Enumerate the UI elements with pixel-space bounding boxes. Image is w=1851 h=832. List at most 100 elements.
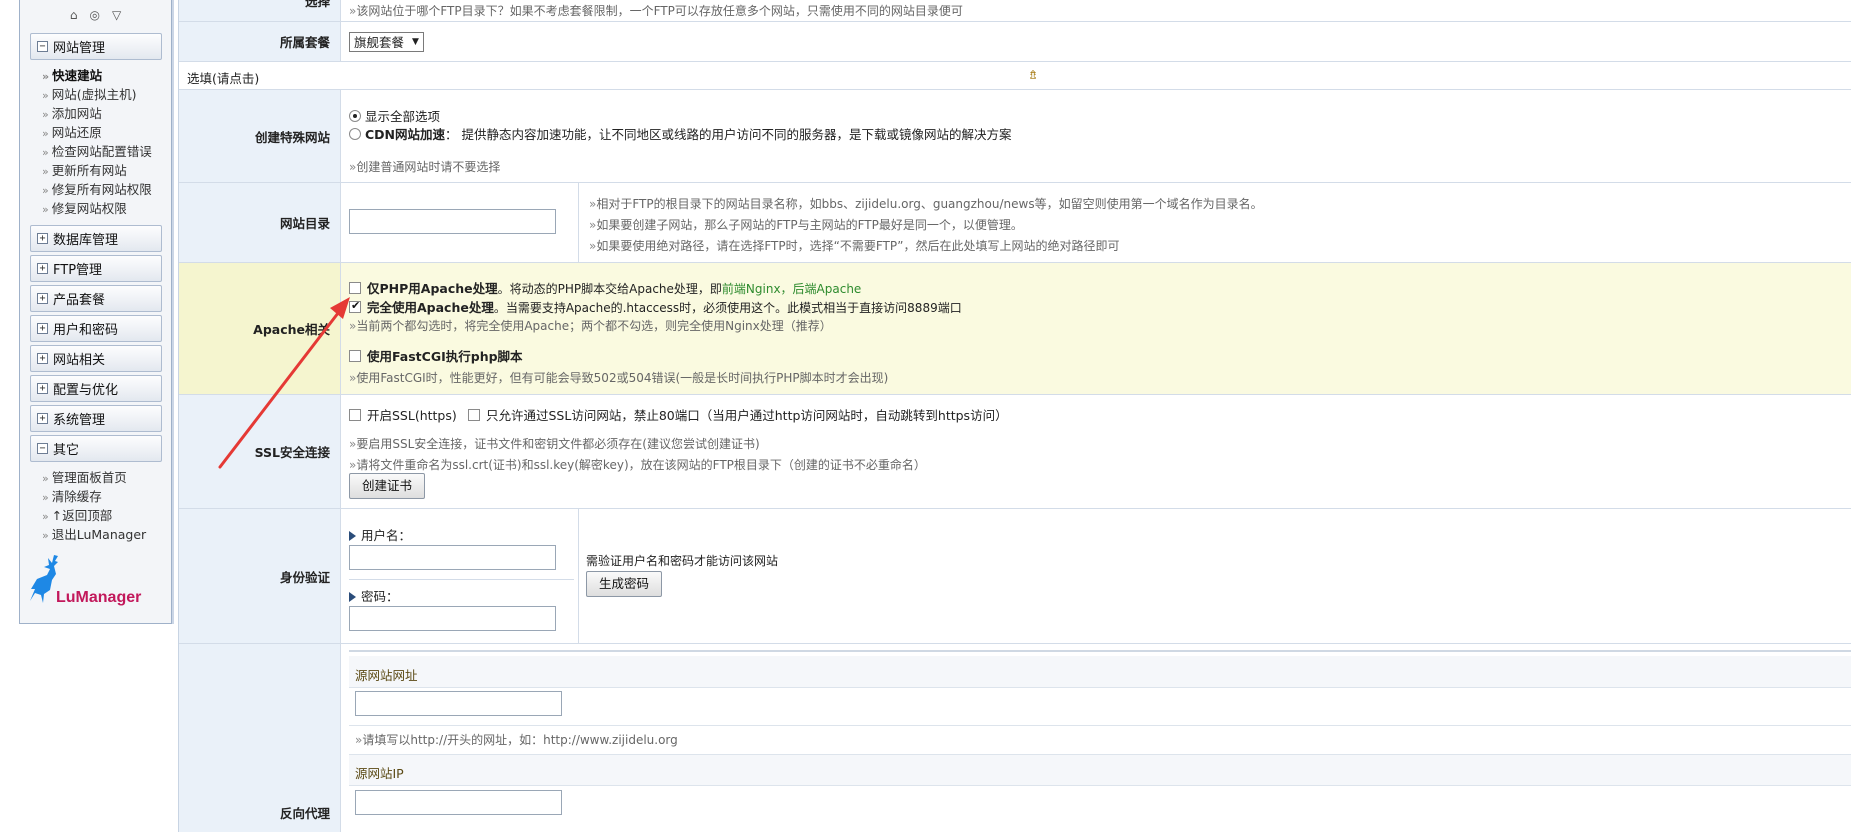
auth-note: 需验证用户名和密码才能访问该网站 bbox=[586, 554, 779, 568]
generate-password-button[interactable]: 生成密码 bbox=[586, 571, 663, 597]
logo-text: LuManager bbox=[56, 589, 142, 606]
expand-icon: + bbox=[37, 263, 48, 274]
checkbox-fastcgi[interactable] bbox=[349, 350, 361, 362]
radio-cdn[interactable] bbox=[349, 128, 361, 140]
site-dir-input[interactable] bbox=[349, 209, 556, 234]
expand-toggle-icon[interactable]: ⇯ bbox=[1028, 68, 1038, 82]
collapse-icon: − bbox=[37, 41, 48, 52]
option-enable-ssl[interactable]: 开启SSL(https) bbox=[349, 405, 457, 424]
row-content: 用户名： 密码： 需验证用户名和密码才能访问该网站 生成密码 bbox=[341, 509, 1851, 643]
row-optional-toggle[interactable]: 选填(请点击) ⇯ bbox=[179, 62, 1851, 90]
row-apache: Apache相关 仅PHP用Apache处理。将动态的PHP脚本交给Apache… bbox=[179, 263, 1851, 395]
sidebar-item-add-site[interactable]: 添加网站 bbox=[42, 104, 171, 123]
row-label: 身份验证 bbox=[179, 509, 341, 643]
option-full-apache[interactable]: 完全使用Apache处理。当需要支持Apache的.htaccess时，必须使用… bbox=[349, 297, 962, 316]
row-content: 相对于FTP的根目录下的网站目录名称，如bbs、zijidelu.org、gua… bbox=[341, 183, 1851, 262]
collapse-icon[interactable]: ▽ bbox=[112, 8, 121, 22]
sidebar-item-fix-all-perms[interactable]: 修复所有网站权限 bbox=[42, 180, 171, 199]
row-label: 所属套餐 bbox=[179, 22, 341, 61]
row-label: 创建特殊网站 bbox=[179, 90, 341, 182]
checkbox-enable-ssl[interactable] bbox=[349, 409, 361, 421]
checkbox-php-apache[interactable] bbox=[349, 282, 361, 294]
option-show-all[interactable]: 显示全部选项 bbox=[349, 106, 440, 125]
option-fastcgi[interactable]: 使用FastCGI执行php脚本 bbox=[349, 346, 523, 365]
special-hint: 创建普通网站时请不要选择 bbox=[349, 158, 500, 175]
menu-label: 数据库管理 bbox=[53, 233, 119, 248]
dir-hint-2: 如果要创建子网站，那么子网站的FTP与主网站的FTP最好是同一个，以便管理。 bbox=[589, 216, 1023, 233]
checkbox-ssl-only[interactable] bbox=[468, 409, 480, 421]
option-php-apache[interactable]: 仅PHP用Apache处理。将动态的PHP脚本交给Apache处理，即前端Ngi… bbox=[349, 278, 861, 297]
row-ftp-select: 选择 该网站位于哪个FTP目录下？如果不考虑套餐限制，一个FTP可以存放任意多个… bbox=[179, 0, 1851, 22]
password-label: 密码： bbox=[349, 586, 399, 605]
collapse-icon: − bbox=[37, 443, 48, 454]
menu-site-management[interactable]: − 网站管理 bbox=[30, 33, 162, 60]
menu-label: 配置与优化 bbox=[53, 383, 119, 398]
checkbox-full-apache[interactable] bbox=[349, 299, 361, 313]
menu-users[interactable]: + 用户和密码 bbox=[30, 315, 162, 342]
dir-hint-3: 如果要使用绝对路径，请在选择FTP时，选择“不需要FTP”，然后在此处填写上网站… bbox=[589, 237, 1119, 254]
auth-password-input[interactable] bbox=[349, 606, 556, 631]
src-url-header: 源网站网址 bbox=[349, 656, 1851, 688]
menu-site-related[interactable]: + 网站相关 bbox=[30, 345, 162, 372]
row-reverse-proxy: 反向代理 源网站网址 请填写以http://开头的网址，如：http://www… bbox=[179, 644, 1851, 832]
divider bbox=[349, 725, 1851, 726]
refresh-icon[interactable]: ◎ bbox=[89, 8, 99, 22]
expand-icon: + bbox=[37, 323, 48, 334]
sidebar-item-update-all[interactable]: 更新所有网站 bbox=[42, 161, 171, 180]
ftp-hint: 该网站位于哪个FTP目录下？如果不考虑套餐限制，一个FTP可以存放任意多个网站，… bbox=[349, 4, 963, 18]
src-ip-header: 源网站IP bbox=[349, 754, 1851, 786]
sidebar-item-vhost[interactable]: 网站(虚拟主机) bbox=[42, 85, 171, 104]
src-ip-input[interactable] bbox=[355, 790, 562, 815]
sidebar-item-restore-site[interactable]: 网站还原 bbox=[42, 123, 171, 142]
menu-label: 产品套餐 bbox=[53, 293, 106, 308]
sidebar-item-clear-cache[interactable]: 清除缓存 bbox=[42, 487, 171, 506]
arrow-right-icon bbox=[349, 531, 356, 541]
menu-system[interactable]: + 系统管理 bbox=[30, 405, 162, 432]
menu-ftp[interactable]: + FTP管理 bbox=[30, 255, 162, 282]
menu-label: 系统管理 bbox=[53, 413, 106, 428]
row-content: 仅PHP用Apache处理。将动态的PHP脚本交给Apache处理，即前端Ngi… bbox=[341, 263, 1851, 394]
dir-hint-1: 相对于FTP的根目录下的网站目录名称，如bbs、zijidelu.org、gua… bbox=[589, 195, 1262, 212]
row-ssl: SSL安全连接 开启SSL(https) 只允许通过SSL访问网站，禁止80端口… bbox=[179, 395, 1851, 509]
row-content: 旗舰套餐 ▼ bbox=[341, 22, 1851, 61]
home-icon[interactable]: ⌂ bbox=[70, 8, 78, 22]
sidebar-item-check-config[interactable]: 检查网站配置错误 bbox=[42, 142, 171, 161]
src-ip-label: 源网站IP bbox=[355, 766, 404, 781]
auth-username-input[interactable] bbox=[349, 545, 556, 570]
menu-label: 用户和密码 bbox=[53, 323, 119, 338]
package-select[interactable]: 旗舰套餐 ▼ bbox=[349, 31, 424, 52]
src-url-input[interactable] bbox=[355, 691, 562, 716]
sidebar-item-back-to-top[interactable]: ↑返回顶部 bbox=[42, 506, 171, 525]
menu-config[interactable]: + 配置与优化 bbox=[30, 375, 162, 402]
radio-show-all[interactable] bbox=[349, 110, 361, 122]
optional-toggle-label[interactable]: 选填(请点击) bbox=[187, 68, 259, 87]
site-submenu: 快速建站 网站(虚拟主机) 添加网站 网站还原 检查网站配置错误 更新所有网站 … bbox=[20, 63, 171, 222]
ssl-hint-1: 要启用SSL安全连接，证书文件和密钥文件都必须存在(建议您尝试创建证书) bbox=[349, 435, 759, 452]
row-label: SSL安全连接 bbox=[179, 395, 341, 508]
menu-label: 网站管理 bbox=[53, 41, 106, 56]
menu-database[interactable]: + 数据库管理 bbox=[30, 225, 162, 252]
menu-label: 其它 bbox=[53, 443, 80, 458]
divider bbox=[349, 650, 1851, 652]
row-package: 所属套餐 旗舰套餐 ▼ bbox=[179, 22, 1851, 62]
sidebar-item-dashboard[interactable]: 管理面板首页 bbox=[42, 468, 171, 487]
other-submenu: 管理面板首页 清除缓存 ↑返回顶部 退出LuManager bbox=[20, 465, 171, 548]
row-auth: 身份验证 用户名： 密码： 需验证用户名和密码才能访问该网站 生成密码 bbox=[179, 509, 1851, 644]
expand-icon: + bbox=[37, 293, 48, 304]
row-site-dir: 网站目录 相对于FTP的根目录下的网站目录名称，如bbs、zijidelu.or… bbox=[179, 183, 1851, 263]
menu-label: 网站相关 bbox=[53, 353, 106, 368]
menu-other[interactable]: − 其它 bbox=[30, 435, 162, 462]
sidebar-item-fix-perms[interactable]: 修复网站权限 bbox=[42, 199, 171, 218]
menu-packages[interactable]: + 产品套餐 bbox=[30, 285, 162, 312]
option-cdn[interactable]: CDN网站加速： 提供静态内容加速功能，让不同地区或线路的用户访问不同的服务器，… bbox=[349, 124, 1012, 143]
sidebar: ⌂ ◎ ▽ −网站管理 快速建站 网站(虚拟主机) 添加网站 网站还原 检查网站… bbox=[19, 0, 172, 624]
expand-icon: + bbox=[37, 413, 48, 424]
sidebar-item-logout[interactable]: 退出LuManager bbox=[42, 525, 171, 544]
create-cert-button[interactable]: 创建证书 bbox=[349, 473, 426, 499]
sidebar-item-quick-build[interactable]: 快速建站 bbox=[42, 66, 171, 85]
row-special-site: 创建特殊网站 显示全部选项 CDN网站加速： 提供静态内容加速功能，让不同地区或… bbox=[179, 90, 1851, 183]
row-label: 反向代理 bbox=[179, 644, 341, 832]
option-ssl-only[interactable]: 只允许通过SSL访问网站，禁止80端口（当用户通过http访问网站时，自动跳转到… bbox=[468, 405, 1008, 424]
row-label: 网站目录 bbox=[179, 183, 341, 262]
expand-icon: + bbox=[37, 383, 48, 394]
